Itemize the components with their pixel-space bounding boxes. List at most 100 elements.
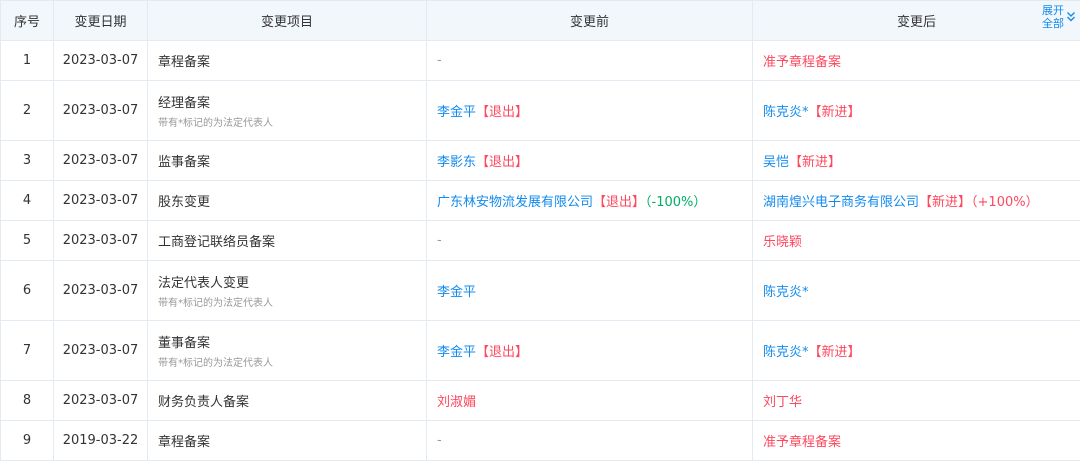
after-status-tag: 【新进】 bbox=[789, 155, 842, 170]
row-item-cell: 财务负责人备案 bbox=[147, 380, 427, 421]
after-entity-link[interactable]: 陈克炎* bbox=[763, 285, 809, 300]
row-item-cell: 监事备案 bbox=[147, 140, 427, 181]
row-index: 1 bbox=[0, 40, 54, 81]
after-entity-link[interactable]: 吴恺 bbox=[763, 155, 789, 170]
row-before-cell: - bbox=[426, 420, 753, 461]
row-date: 2023-03-07 bbox=[53, 380, 148, 421]
row-index: 3 bbox=[0, 140, 54, 181]
row-item-cell: 工商登记联络员备案 bbox=[147, 220, 427, 261]
row-after-cell: 湖南煌兴电子商务有限公司【新进】（+100%） bbox=[752, 180, 1080, 221]
row-after-cell: 乐晓颖 bbox=[752, 220, 1080, 261]
row-date: 2023-03-07 bbox=[53, 220, 148, 261]
header-item: 变更项目 bbox=[147, 0, 427, 41]
row-item-cell: 股东变更 bbox=[147, 180, 427, 221]
before-status-tag: 【退出】 bbox=[593, 195, 646, 210]
row-date: 2019-03-22 bbox=[53, 420, 148, 461]
row-date: 2023-03-07 bbox=[53, 320, 148, 381]
after-text: 准予章程备案 bbox=[763, 55, 842, 70]
row-item-name: 工商登记联络员备案 bbox=[158, 235, 276, 250]
row-date: 2023-03-07 bbox=[53, 180, 148, 221]
before-status-tag: 【退出】 bbox=[476, 345, 529, 360]
expand-all-button[interactable]: 展开 全部 bbox=[1042, 4, 1076, 30]
before-text: 刘淑媚 bbox=[437, 395, 477, 410]
table-row: 4 2023-03-07 股东变更 广东林安物流发展有限公司【退出】（-100%） 湖南… bbox=[0, 180, 1080, 221]
row-item-cell: 法定代表人变更带有*标记的为法定代表人 bbox=[147, 260, 427, 321]
table-header-row: 序号 变更日期 变更项目 变更前 变更后 展开 全部 bbox=[0, 0, 1080, 41]
after-share-ratio: （+100%） bbox=[971, 195, 1039, 210]
after-text: 准予章程备案 bbox=[763, 435, 842, 450]
table-row: 7 2023-03-07 董事备案 带有*标记的为法定代表人 李金平【退出】 陈克炎*【新… bbox=[0, 320, 1080, 381]
row-date: 2023-03-07 bbox=[53, 260, 148, 321]
row-after-cell: 吴恺【新进】 bbox=[752, 140, 1080, 181]
row-item-cell: 章程备案 bbox=[147, 420, 427, 461]
row-index: 2 bbox=[0, 80, 54, 141]
row-item-name: 董事备案 bbox=[158, 336, 211, 351]
before-text: - bbox=[437, 433, 442, 448]
row-item-name: 法定代表人变更 bbox=[158, 276, 250, 291]
row-after-cell: 刘丁华 bbox=[752, 380, 1080, 421]
before-entity-link[interactable]: 李金平 bbox=[437, 105, 476, 120]
row-before-cell: 广东林安物流发展有限公司【退出】（-100%） bbox=[426, 180, 753, 221]
table-row: 3 2023-03-07 监事备案 李影东【退出】 吴恺【新进】 bbox=[0, 140, 1080, 181]
row-item-name: 财务负责人备案 bbox=[158, 395, 250, 410]
row-index: 4 bbox=[0, 180, 54, 221]
after-status-tag: 【新进】 bbox=[808, 105, 861, 120]
row-after-cell: 准予章程备案 bbox=[752, 420, 1080, 461]
before-entity-link[interactable]: 李影东 bbox=[437, 155, 476, 170]
after-entity-link[interactable]: 陈克炎* bbox=[763, 345, 809, 360]
after-entity-link[interactable]: 湖南煌兴电子商务有限公司 bbox=[763, 195, 919, 210]
table-row: 2 2023-03-07 经理备案带有*标记的为法定代表人 李金平【退出】 陈克炎*【新… bbox=[0, 80, 1080, 141]
expand-label-line2: 全部 bbox=[1042, 17, 1064, 30]
before-entity-link[interactable]: 广东林安物流发展有限公司 bbox=[437, 195, 593, 210]
row-item-name: 章程备案 bbox=[158, 55, 211, 70]
row-item-name: 股东变更 bbox=[158, 195, 211, 210]
table-row: 1 2023-03-07 章程备案 - 准予章程备案 bbox=[0, 40, 1080, 81]
row-before-cell: - bbox=[426, 220, 753, 261]
table-row: 8 2023-03-07 财务负责人备案 刘淑媚 刘丁华 bbox=[0, 380, 1080, 421]
after-text: 乐晓颖 bbox=[763, 235, 803, 250]
row-after-cell: 陈克炎* bbox=[752, 260, 1080, 321]
table-row: 9 2019-03-22 章程备案 - 准予章程备案 bbox=[0, 420, 1080, 461]
header-after-label: 变更后 bbox=[896, 15, 936, 30]
row-date: 2023-03-07 bbox=[53, 80, 148, 141]
row-item-cell: 董事备案带有*标记的为法定代表人 bbox=[147, 320, 427, 381]
row-before-cell: 李金平【退出】 bbox=[426, 80, 753, 141]
before-text: - bbox=[437, 53, 442, 68]
header-date: 变更日期 bbox=[53, 0, 148, 41]
before-entity-link[interactable]: 李金平 bbox=[437, 345, 476, 360]
row-date: 2023-03-07 bbox=[53, 140, 148, 181]
expand-label-line1: 展开 bbox=[1042, 4, 1064, 17]
row-index: 9 bbox=[0, 420, 54, 461]
legal-rep-note: 带有*标记的为法定代表人 bbox=[158, 298, 273, 309]
row-after-cell: 陈克炎*【新进】 bbox=[752, 80, 1080, 141]
row-after-cell: 准予章程备案 bbox=[752, 40, 1080, 81]
row-item-name: 经理备案 bbox=[158, 96, 211, 111]
legal-rep-note: 带有*标记的为法定代表人 bbox=[158, 358, 273, 369]
row-index: 6 bbox=[0, 260, 54, 321]
row-index: 8 bbox=[0, 380, 54, 421]
after-text: 刘丁华 bbox=[763, 395, 803, 410]
after-entity-link[interactable]: 陈克炎* bbox=[763, 105, 809, 120]
before-status-tag: 【退出】 bbox=[476, 155, 529, 170]
row-before-cell: 李影东【退出】 bbox=[426, 140, 753, 181]
change-records-table: 序号 变更日期 变更项目 变更前 变更后 展开 全部 12023-03-07 bbox=[0, 0, 1080, 461]
legal-rep-note: 带有*标记的为法定代表人 bbox=[158, 118, 273, 129]
header-after: 变更后 展开 全部 bbox=[752, 0, 1080, 41]
after-status-tag: 【新进】 bbox=[919, 195, 972, 210]
row-index: 7 bbox=[0, 320, 54, 381]
table-row: 6 2023-03-07 法定代表人变更 带有*标记的为法定代表人 李金平 陈克炎* bbox=[0, 260, 1080, 321]
row-item-cell: 章程备案 bbox=[147, 40, 427, 81]
row-item-name: 章程备案 bbox=[158, 435, 211, 450]
before-entity-link[interactable]: 李金平 bbox=[437, 285, 476, 300]
row-item-name: 监事备案 bbox=[158, 155, 211, 170]
after-status-tag: 【新进】 bbox=[808, 345, 861, 360]
header-before: 变更前 bbox=[426, 0, 753, 41]
header-index: 序号 bbox=[0, 0, 54, 41]
row-before-cell: 李金平【退出】 bbox=[426, 320, 753, 381]
row-before-cell: 李金平 bbox=[426, 260, 753, 321]
before-share-ratio: （-100%） bbox=[645, 195, 707, 210]
row-after-cell: 陈克炎*【新进】 bbox=[752, 320, 1080, 381]
before-text: - bbox=[437, 233, 442, 248]
chevron-double-down-icon bbox=[1067, 12, 1075, 22]
row-date: 2023-03-07 bbox=[53, 40, 148, 81]
